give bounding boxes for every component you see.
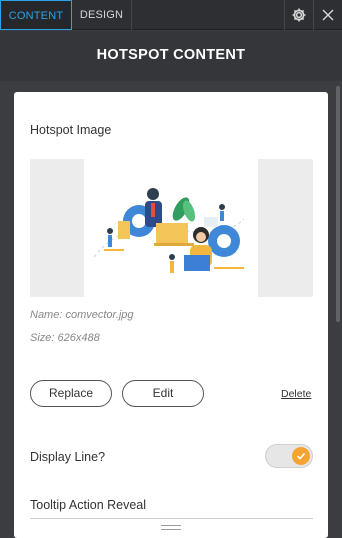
tab-bar: CONTENT DESIGN [0, 0, 342, 30]
tab-design[interactable]: DESIGN [72, 0, 132, 30]
delete-link[interactable]: Delete [281, 388, 311, 400]
check-icon [296, 452, 306, 460]
page-title: HOTSPOT CONTENT [96, 47, 246, 63]
resize-handle-icon[interactable] [161, 525, 181, 530]
replace-button[interactable]: Replace [30, 380, 112, 407]
toggle-knob [292, 447, 310, 465]
close-icon[interactable] [313, 0, 341, 30]
tooltip-action-reveal-label: Tooltip Action Reveal [30, 498, 147, 512]
image-name: Name: comvector.jpg [30, 309, 134, 321]
hotspot-image-label: Hotspot Image [30, 123, 112, 137]
image-illustration [84, 159, 258, 297]
hotspot-image-preview[interactable] [30, 159, 313, 297]
tab-content[interactable]: CONTENT [0, 0, 72, 30]
display-line-label: Display Line? [30, 450, 106, 464]
display-line-toggle[interactable] [265, 444, 313, 468]
edit-button[interactable]: Edit [122, 380, 204, 407]
gear-icon[interactable] [284, 0, 312, 30]
image-size: Size: 626x488 [30, 332, 100, 344]
scrollbar[interactable] [336, 86, 340, 322]
divider [30, 518, 313, 519]
panel-header: HOTSPOT CONTENT [0, 31, 342, 81]
content-panel: Hotspot Image Name: comvector.jpg Size: … [14, 92, 328, 538]
